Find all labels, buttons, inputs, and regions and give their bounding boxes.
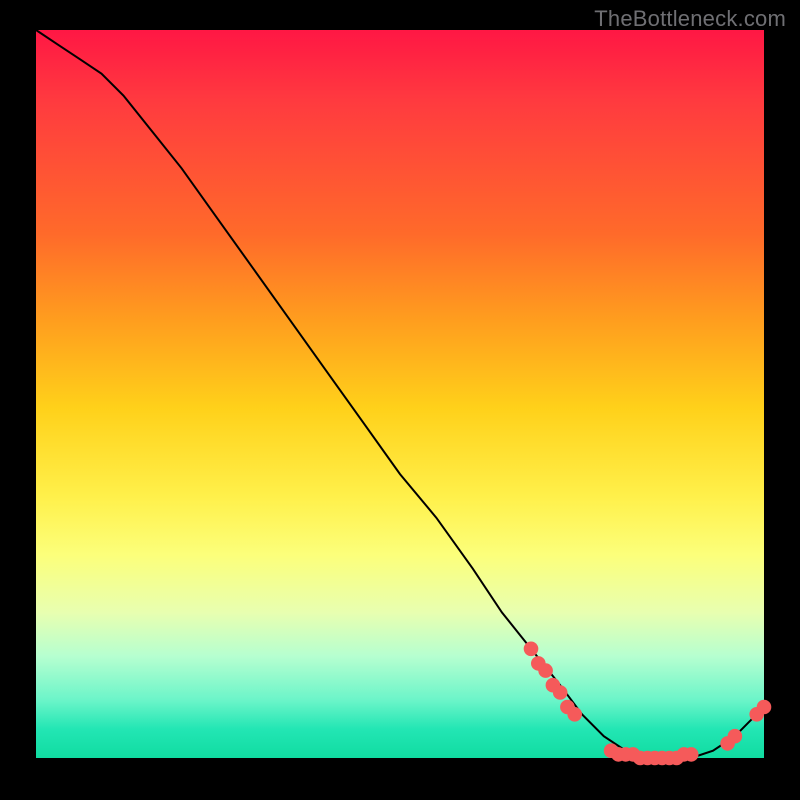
marker-dot [524, 642, 539, 657]
bottleneck-curve [36, 30, 764, 758]
watermark-label: TheBottleneck.com [594, 6, 786, 32]
chart-stage: TheBottleneck.com [0, 0, 800, 800]
plot-svg [36, 30, 764, 758]
marker-group [524, 642, 772, 766]
marker-dot [553, 685, 568, 700]
marker-dot [684, 747, 699, 762]
marker-dot [728, 729, 743, 744]
marker-dot [757, 700, 772, 715]
marker-dot [567, 707, 582, 722]
plot-area [36, 30, 764, 758]
marker-dot [538, 663, 553, 678]
